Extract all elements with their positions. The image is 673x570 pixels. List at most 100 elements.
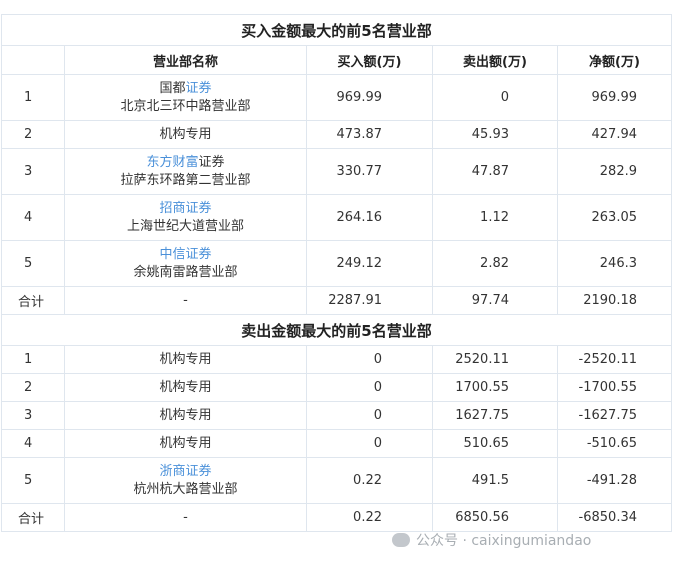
total-branch: - [64,286,307,315]
rank-cell: 1 [1,74,65,121]
branch-name-cell: 机构专用 [64,345,307,374]
net-amount-cell: 246.3 [557,240,672,287]
branch-office: 上海世纪大道营业部 [126,218,244,234]
net-amount-cell: 427.94 [557,120,672,149]
branch-office: 北京北三环中路营业部 [120,98,251,114]
buy-amount-cell: 0 [306,345,433,374]
sell-amount-cell: 491.5 [432,457,558,504]
table-row: 1 国都证券 北京北三环中路营业部 969.99 0 969.99 [1,74,672,121]
buy-amount-cell: 473.87 [306,120,433,149]
net-amount-cell: -2520.11 [557,345,672,374]
buy-section-title-row: 买入金额最大的前5名营业部 [1,14,672,46]
buy-amount-cell: 969.99 [306,74,433,121]
sell-amount-cell: 1.12 [432,194,558,241]
net-amount-cell: -510.65 [557,429,672,458]
net-amount-cell: -1627.75 [557,401,672,430]
buy-amount-cell: 0 [306,429,433,458]
table-row: 5 中信证券 余姚南雷路营业部 249.12 2.82 246.3 [1,240,672,287]
broker-name-link[interactable]: 招商证券 [159,201,211,216]
buy-amount-cell: 0 [306,401,433,430]
broker-name-text: 机构专用 [159,126,212,142]
buy-amount-cell: 249.12 [306,240,433,287]
buy-amount-cell: 0.22 [306,457,433,504]
broker-name: 机构专用 [69,351,302,369]
net-amount-cell: -1700.55 [557,373,672,402]
sell-total-row: 合计 - 0.22 6850.56 -6850.34 [1,503,672,532]
sell-amount-cell: 2.82 [432,240,558,287]
rank-cell: 3 [1,401,65,430]
total-net: -6850.34 [557,503,672,532]
header-row: 营业部名称 买入额(万) 卖出额(万) 净额(万) [1,45,672,75]
header-sell-amount: 卖出额(万) [432,45,558,75]
broker-name-text: 机构专用 [159,379,212,395]
broker-name: 机构专用 [69,126,302,144]
sell-amount-cell: 2520.11 [432,345,558,374]
broker-name-text: 机构专用 [159,351,212,367]
table-row: 3 东方财富证券 拉萨东环路第二营业部 330.77 47.87 282.9 [1,148,672,195]
rank-cell: 4 [1,194,65,241]
table-row: 2 机构专用 0 1700.55 -1700.55 [1,373,672,402]
net-amount-cell: -491.28 [557,457,672,504]
net-amount-cell: 263.05 [557,194,672,241]
net-amount-cell: 969.99 [557,74,672,121]
branch-name-cell: 中信证券余姚南雷路营业部 [64,240,307,287]
buy-section-rows: 1 国都证券 北京北三环中路营业部 969.99 0 969.99 2 机构专用 473.87 4… [1,74,672,287]
total-sell: 6850.56 [432,503,558,532]
sell-amount-cell: 47.87 [432,148,558,195]
broker-name: 招商证券 [69,200,302,218]
table-row: 5 浙商证券 杭州杭大路营业部 0.22 491.5 -491.28 [1,457,672,504]
broker-name-link[interactable]: 东方财富 [146,155,198,170]
total-net: 2190.18 [557,286,672,315]
rank-cell: 2 [1,373,65,402]
wechat-icon [392,533,410,547]
broker-name-link[interactable]: 浙商证券 [159,464,211,479]
branch-name-cell: 招商证券上海世纪大道营业部 [64,194,307,241]
branch-office: 余姚南雷路营业部 [133,264,238,280]
sell-section-rows: 1 机构专用 0 2520.11 -2520.11 2 机构专用 0 1700.55 -1700.… [1,345,672,504]
branch-name-cell: 国都证券 北京北三环中路营业部 [64,74,307,121]
buy-total-row: 合计 - 2287.91 97.74 2190.18 [1,286,672,315]
branch-name-cell: 机构专用 [64,401,307,430]
buy-amount-cell: 0 [306,373,433,402]
total-sell: 97.74 [432,286,558,315]
table-row: 3 机构专用 0 1627.75 -1627.75 [1,401,672,430]
rank-cell: 2 [1,120,65,149]
table-row: 2 机构专用 473.87 45.93 427.94 [1,120,672,149]
buy-amount-cell: 330.77 [306,148,433,195]
header-buy-amount: 买入额(万) [306,45,433,75]
sell-amount-cell: 510.65 [432,429,558,458]
sell-amount-cell: 45.93 [432,120,558,149]
sell-amount-cell: 1700.55 [432,373,558,402]
broker-name-link[interactable]: 中信证券 [159,247,211,262]
total-branch: - [64,503,307,532]
broker-name-text: 国都 [159,80,186,96]
total-label: 合计 [1,286,65,315]
rank-cell: 4 [1,429,65,458]
sell-section-title-row: 卖出金额最大的前5名营业部 [1,314,672,346]
net-amount-cell: 282.9 [557,148,672,195]
broker-name-link[interactable]: 证券 [186,81,212,96]
broker-name: 机构专用 [69,379,302,397]
branch-name-cell: 机构专用 [64,429,307,458]
header-branch-name: 营业部名称 [64,45,307,75]
total-buy: 2287.91 [306,286,433,315]
branch-name-cell: 东方财富证券 拉萨东环路第二营业部 [64,148,307,195]
broker-name-text: 机构专用 [159,407,212,423]
rank-cell: 5 [1,240,65,287]
total-label: 合计 [1,503,65,532]
broker-name: 浙商证券 [69,463,302,481]
rank-cell: 5 [1,457,65,504]
watermark-text: 公众号 · caixingumiandao [416,533,592,549]
buy-section-title: 买入金额最大的前5名营业部 [1,14,672,46]
branch-name-cell: 浙商证券 杭州杭大路营业部 [64,457,307,504]
broker-name: 东方财富证券 [69,154,302,172]
broker-name-text: 机构专用 [159,435,212,451]
table-row: 4 招商证券 上海世纪大道营业部 264.16 1.12 263.05 [1,194,672,241]
branch-name-cell: 机构专用 [64,120,307,149]
sell-amount-cell: 0 [432,74,558,121]
broker-name: 中信证券 [69,246,302,264]
broker-name: 国都证券 [69,80,302,98]
branch-name-cell: 机构专用 [64,373,307,402]
table-row: 4 机构专用 0 510.65 -510.65 [1,429,672,458]
table-row: 1 机构专用 0 2520.11 -2520.11 [1,345,672,374]
